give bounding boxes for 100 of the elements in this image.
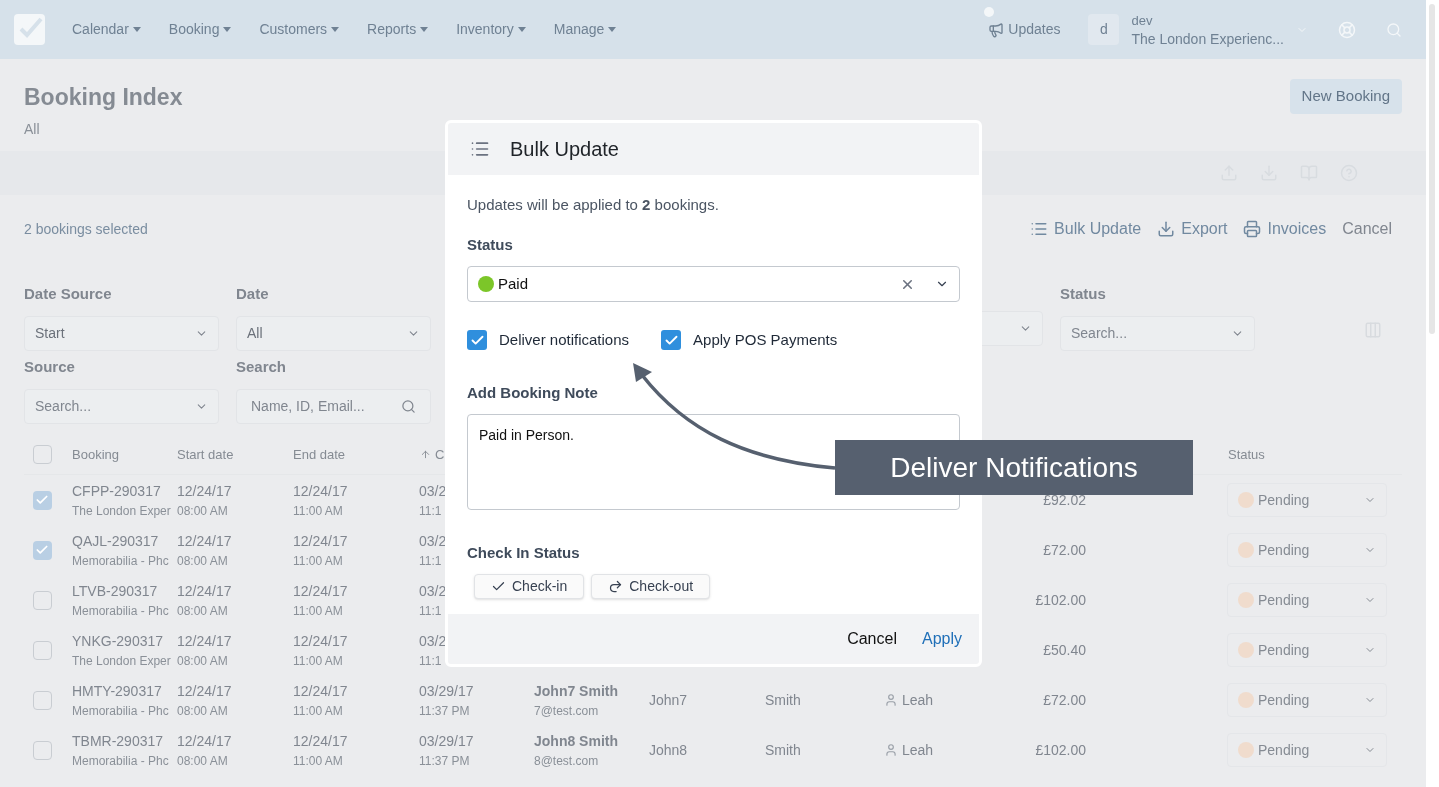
checkmark-logo bbox=[14, 14, 45, 45]
created-date-detail: 11:1 bbox=[419, 552, 442, 570]
field-label: Check In Status bbox=[467, 543, 581, 563]
column-header[interactable]: Booking bbox=[60, 444, 175, 465]
status-dropdown[interactable]: Pending bbox=[1227, 483, 1387, 517]
created-date-detail: 11:37 PM bbox=[419, 752, 470, 770]
filter-label: Status bbox=[1060, 284, 1107, 304]
created-date: 03/29/17 bbox=[419, 681, 474, 701]
column-header[interactable]: End date bbox=[291, 444, 406, 465]
created-date-detail: 11:1 bbox=[419, 652, 442, 670]
checkbox[interactable] bbox=[467, 330, 487, 351]
created-date: 03/2 bbox=[419, 581, 447, 601]
user-name: dev bbox=[1131, 11, 1154, 30]
row-checkbox[interactable] bbox=[32, 490, 52, 510]
end-date: 12/24/17 bbox=[293, 531, 348, 551]
start-date: 12/24/17 bbox=[177, 681, 232, 701]
status-select[interactable]: Paid bbox=[467, 266, 960, 302]
status-dropdown[interactable]: Pending bbox=[1227, 533, 1387, 567]
checkbox[interactable] bbox=[661, 330, 682, 351]
column-header[interactable]: Status bbox=[1215, 444, 1400, 465]
dropdown-field[interactable]: All bbox=[236, 315, 431, 351]
status-dropdown[interactable]: Pending bbox=[1227, 733, 1387, 767]
created-date: 03/2 bbox=[419, 481, 447, 501]
name-search-field[interactable]: Name, ID, Email... bbox=[236, 388, 431, 424]
updates-button[interactable]: Updates bbox=[988, 19, 1061, 40]
download-icon bbox=[1157, 220, 1176, 238]
user-icon bbox=[884, 693, 898, 707]
toolbar-action[interactable]: Export bbox=[1157, 217, 1228, 241]
checkbox-option[interactable]: Deliver notifications bbox=[467, 329, 630, 352]
row-checkbox[interactable] bbox=[32, 640, 52, 660]
search-icon[interactable] bbox=[1386, 21, 1402, 38]
price: £72.00 bbox=[1043, 540, 1086, 560]
customer-name: John7 Smith bbox=[534, 681, 618, 701]
dropdown-field[interactable]: Search... bbox=[24, 388, 219, 424]
header-checkbox[interactable] bbox=[32, 445, 52, 464]
nav-menu-item[interactable]: Inventory bbox=[456, 19, 526, 40]
status-dropdown[interactable]: Pending bbox=[1227, 633, 1387, 667]
company-name: The London Experienc... bbox=[1131, 29, 1284, 49]
column-header[interactable]: Start date bbox=[175, 444, 291, 465]
created-date-detail: 11:1 bbox=[419, 602, 442, 620]
toolbar-action[interactable]: Invoices bbox=[1243, 217, 1327, 241]
start-date: 12/24/17 bbox=[177, 631, 232, 651]
row-checkbox[interactable] bbox=[32, 690, 52, 710]
nav-menu-item[interactable]: Booking bbox=[168, 19, 232, 40]
scrollbar-thumb[interactable] bbox=[1429, 4, 1435, 334]
nav-menu-item[interactable]: Manage bbox=[553, 19, 617, 40]
nav-menu-item[interactable]: Calendar bbox=[72, 19, 141, 40]
cancel-button[interactable]: Cancel bbox=[847, 627, 897, 651]
dropdown-field[interactable]: Start bbox=[24, 315, 219, 351]
filter-label: Search bbox=[236, 357, 288, 377]
annotation-tooltip: Deliver Notifications bbox=[835, 440, 1193, 495]
lifebuoy-icon[interactable] bbox=[1338, 20, 1356, 39]
caret-icon bbox=[517, 27, 526, 32]
caret-icon bbox=[331, 27, 340, 32]
staff-name: Leah bbox=[902, 740, 934, 760]
row-checkbox[interactable] bbox=[32, 540, 52, 560]
apply-button[interactable]: Apply bbox=[921, 627, 962, 651]
check-status-button[interactable]: Check-in bbox=[474, 573, 585, 599]
end-date-detail: 11:00 AM bbox=[293, 502, 343, 520]
toolbar-action[interactable]: Bulk Update bbox=[1030, 217, 1142, 241]
price: £50.40 bbox=[1043, 640, 1086, 660]
caret-icon bbox=[420, 27, 429, 32]
avatar: d bbox=[1088, 14, 1120, 45]
start-date-detail: 08:00 AM bbox=[177, 502, 228, 520]
staff-name: Leah bbox=[902, 690, 934, 710]
caret-icon bbox=[132, 27, 141, 32]
dropdown-field[interactable]: Search... bbox=[1060, 315, 1255, 351]
booking-id: HMTY-290317 bbox=[72, 681, 162, 701]
booking-id: TBMR-290317 bbox=[72, 731, 164, 751]
status-dropdown[interactable]: Pending bbox=[1227, 683, 1387, 717]
search-icon bbox=[401, 398, 416, 414]
user-icon bbox=[884, 743, 898, 757]
check-status-button[interactable]: Check-out bbox=[591, 573, 711, 599]
row-checkbox[interactable] bbox=[32, 590, 52, 610]
end-date-detail: 11:00 AM bbox=[293, 602, 343, 620]
booking-id-detail: Memorabilia - Phc bbox=[72, 702, 169, 720]
check-icon bbox=[35, 493, 49, 507]
caret-icon bbox=[223, 27, 232, 32]
sort-arrow-icon bbox=[420, 449, 431, 460]
new-booking-button[interactable]: New Booking bbox=[1289, 79, 1402, 114]
nav-menu-item[interactable]: Reports bbox=[367, 19, 429, 40]
nav-menu-item[interactable]: Customers bbox=[259, 19, 340, 40]
checkbox-option[interactable]: Apply POS Payments bbox=[661, 329, 838, 352]
first-name: John8 bbox=[649, 742, 688, 758]
first-name: John7 bbox=[649, 692, 688, 708]
page-title: Booking Index bbox=[24, 83, 183, 112]
row-checkbox[interactable] bbox=[32, 740, 52, 760]
list-icon bbox=[1030, 220, 1049, 238]
status-dropdown[interactable]: Pending bbox=[1227, 583, 1387, 617]
booking-id: YNKG-290317 bbox=[72, 631, 164, 651]
booking-id: CFPP-290317 bbox=[72, 481, 161, 501]
end-date: 12/24/17 bbox=[293, 481, 348, 501]
customer-name: John8 Smith bbox=[534, 731, 618, 751]
filter-label: Date Source bbox=[24, 284, 113, 304]
created-date: 03/29/17 bbox=[419, 731, 474, 751]
booking-id: LTVB-290317 bbox=[72, 581, 158, 601]
toolbar-action[interactable]: Cancel bbox=[1342, 217, 1392, 241]
booking-id-detail: The London Exper bbox=[72, 652, 171, 670]
start-date-detail: 08:00 AM bbox=[177, 552, 228, 570]
booking-id-detail: The London Exper bbox=[72, 502, 171, 520]
